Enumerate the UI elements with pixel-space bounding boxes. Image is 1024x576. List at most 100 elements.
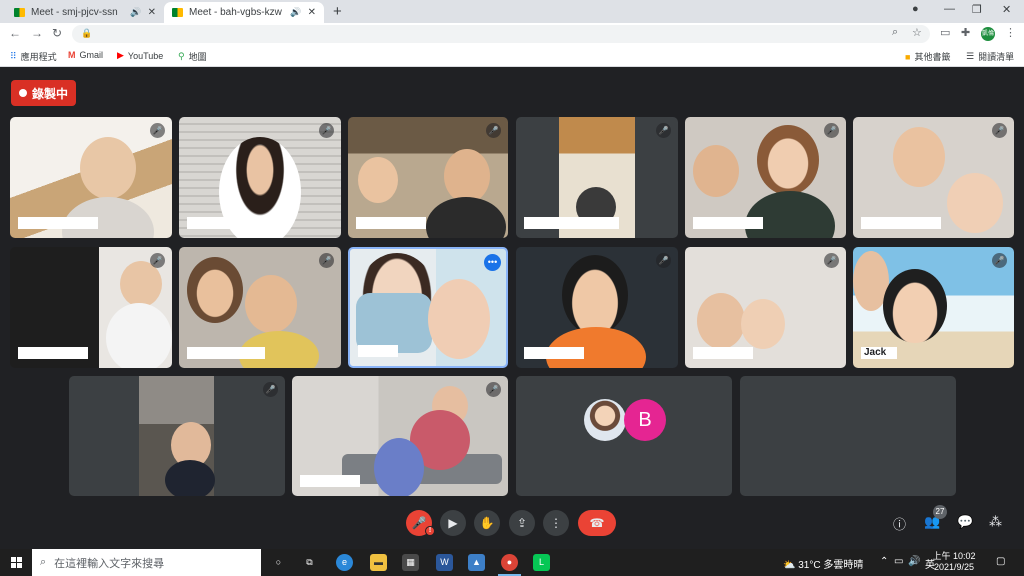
bookmark-gmail[interactable]: M Gmail bbox=[68, 50, 103, 60]
participant-name bbox=[300, 475, 360, 487]
task-view-icon[interactable]: ⧉ bbox=[301, 554, 318, 571]
more-options-button[interactable]: ⋮ bbox=[543, 510, 569, 536]
address-bar[interactable]: 🔒 bbox=[72, 25, 930, 43]
browser-tab-1[interactable]: Meet - smj-pjcv-ssn 🔊 ✕ bbox=[6, 2, 164, 23]
leave-call-button[interactable]: ☎ bbox=[578, 510, 616, 536]
chrome-icon[interactable]: ● bbox=[498, 554, 521, 576]
new-tab-plus-icon[interactable]: + bbox=[333, 3, 342, 20]
bookmarks-bar: ⠿ 應用程式 M Gmail ▶ YouTube ⚲ 地圖 ■ 其他書籤 ☰ 閱… bbox=[0, 45, 1024, 67]
participant-name bbox=[187, 217, 257, 229]
windows-start-icon[interactable] bbox=[11, 557, 22, 568]
meet-favicon-icon bbox=[172, 8, 183, 17]
participant-tile[interactable]: 🎤 bbox=[10, 247, 172, 368]
mic-off-icon: 🎤 bbox=[263, 382, 278, 397]
store-icon[interactable]: ▦ bbox=[402, 554, 419, 571]
mic-off-icon: 🎤 bbox=[150, 253, 165, 268]
raise-hand-button[interactable]: ✋ bbox=[474, 510, 500, 536]
participant-count-badge: 27 bbox=[933, 505, 947, 519]
system-clock[interactable]: 上午 10:02 2021/9/25 bbox=[929, 551, 979, 573]
zoom-icon[interactable]: ⌕ bbox=[892, 26, 898, 39]
chrome-menu-icon[interactable]: ⋮ bbox=[1005, 26, 1016, 39]
participant-tile[interactable]: 🎤 bbox=[292, 376, 508, 496]
participant-tile[interactable]: 🎤 bbox=[69, 376, 285, 496]
mic-off-icon: 🎤 bbox=[150, 123, 165, 138]
participant-tile[interactable]: 🎤 bbox=[179, 117, 341, 238]
meeting-details-icon[interactable]: ⓘ bbox=[893, 514, 906, 533]
browser-tab-bar: Meet - smj-pjcv-ssn 🔊 ✕ Meet - bah-vgbs-… bbox=[0, 0, 1024, 23]
participant-name bbox=[358, 345, 398, 357]
participant-avatar-photo bbox=[584, 399, 626, 441]
reading-list[interactable]: ☰ 閱讀清單 bbox=[966, 50, 1014, 63]
volume-icon[interactable]: 🔊 bbox=[908, 556, 920, 567]
tray-chevron-icon[interactable]: ⌃ bbox=[880, 556, 888, 567]
maximize-icon[interactable]: ❐ bbox=[972, 3, 982, 16]
window-close-icon[interactable]: ✕ bbox=[1002, 3, 1011, 16]
browser-tab-2[interactable]: Meet - bah-vgbs-kzw 🔊 ✕ bbox=[164, 2, 324, 23]
bookmark-star-icon[interactable]: ☆ bbox=[912, 26, 922, 39]
participant-avatar-letter: B bbox=[624, 399, 666, 441]
participant-tile[interactable]: 🎤 bbox=[179, 247, 341, 368]
participant-tile[interactable]: 🎤 bbox=[348, 117, 508, 238]
tab-title: Meet - smj-pjcv-ssn bbox=[31, 7, 118, 18]
participant-tile-empty[interactable] bbox=[740, 376, 956, 496]
folder-icon: ■ bbox=[905, 51, 911, 62]
meet-favicon-icon bbox=[14, 8, 25, 17]
chat-icon[interactable]: 💬 bbox=[957, 514, 973, 530]
file-explorer-icon[interactable]: ▬ bbox=[370, 554, 387, 571]
mic-off-icon: 🎤 bbox=[319, 123, 334, 138]
participant-name bbox=[861, 217, 941, 229]
mic-off-icon: 🎤 bbox=[486, 123, 501, 138]
taskbar-search-input[interactable]: ⌕ 在這裡輸入文字來搜尋 bbox=[32, 549, 261, 576]
participant-tile[interactable]: 🎤 bbox=[516, 247, 678, 368]
participant-tile[interactable]: Jack 🎤 bbox=[853, 247, 1014, 368]
edge-icon[interactable]: e bbox=[336, 554, 353, 571]
participant-tile[interactable]: 🎤 bbox=[10, 117, 172, 238]
photos-icon[interactable]: ▲ bbox=[468, 554, 485, 571]
tab-search-icon[interactable]: ● bbox=[912, 3, 919, 15]
weather-widget[interactable]: ⛅ 31°C 多雲時晴 bbox=[783, 556, 863, 571]
profile-avatar[interactable]: 凱倫 bbox=[981, 27, 995, 41]
recording-indicator[interactable]: 錄製中 bbox=[11, 80, 76, 106]
word-icon[interactable]: W bbox=[436, 554, 453, 571]
participant-tile-speaking[interactable]: ••• bbox=[348, 247, 508, 368]
bookmark-other[interactable]: ■ 其他書籤 bbox=[905, 50, 950, 63]
activities-icon[interactable]: ⁂ bbox=[989, 514, 1002, 530]
cortana-icon[interactable]: ○ bbox=[270, 554, 287, 571]
bookmark-maps[interactable]: ⚲ 地圖 bbox=[178, 50, 207, 63]
participant-tile[interactable]: 🎤 bbox=[516, 117, 678, 238]
tab-close-icon[interactable]: ✕ bbox=[148, 7, 156, 18]
search-icon: ⌕ bbox=[40, 556, 47, 568]
participant-tile-avatar[interactable] bbox=[516, 376, 732, 496]
mic-off-icon: 🎤 bbox=[824, 123, 839, 138]
tab-audio-icon[interactable]: 🔊 bbox=[290, 7, 301, 18]
reload-icon[interactable]: ↻ bbox=[52, 26, 62, 40]
participant-tile[interactable]: 🎤 bbox=[685, 247, 846, 368]
extensions-puzzle-icon[interactable]: ✚ bbox=[961, 26, 970, 39]
mic-off-icon: 🎤 bbox=[824, 253, 839, 268]
forward-arrow-icon[interactable]: → bbox=[31, 26, 43, 40]
mic-warning-icon: ! bbox=[425, 526, 435, 536]
participant-name bbox=[18, 347, 88, 359]
participant-tile[interactable]: 🎤 bbox=[685, 117, 846, 238]
cloud-sun-icon: ⛅ bbox=[783, 560, 796, 571]
notification-chat-icon[interactable]: ▭ bbox=[894, 556, 903, 567]
tab-close-icon[interactable]: ✕ bbox=[308, 7, 316, 18]
more-options-icon[interactable]: ••• bbox=[484, 254, 501, 271]
participant-name bbox=[187, 347, 265, 359]
notification-center-icon[interactable]: ▢ bbox=[996, 556, 1005, 567]
mic-off-icon: 🎤 bbox=[656, 123, 671, 138]
youtube-icon: ▶ bbox=[117, 50, 124, 60]
tab-audio-icon[interactable]: 🔊 bbox=[130, 7, 141, 18]
bookmark-youtube[interactable]: ▶ YouTube bbox=[117, 50, 163, 61]
back-arrow-icon[interactable]: ← bbox=[9, 26, 21, 40]
present-screen-button[interactable]: ⇪ bbox=[509, 510, 535, 536]
cast-icon[interactable]: ▭ bbox=[940, 26, 950, 39]
lock-icon[interactable]: 🔒 bbox=[81, 28, 92, 39]
bookmark-apps[interactable]: ⠿ 應用程式 bbox=[10, 50, 57, 63]
participant-tile[interactable]: 🎤 bbox=[853, 117, 1014, 238]
line-icon[interactable]: L bbox=[533, 554, 550, 571]
address-toolbar: ← → ↻ 🔒 ⌕ ☆ ▭ ✚ 凱倫 ⋮ bbox=[0, 23, 1024, 45]
minimize-icon[interactable]: — bbox=[944, 3, 955, 15]
camera-toggle-button[interactable]: ▶ bbox=[440, 510, 466, 536]
participant-name bbox=[356, 217, 426, 229]
